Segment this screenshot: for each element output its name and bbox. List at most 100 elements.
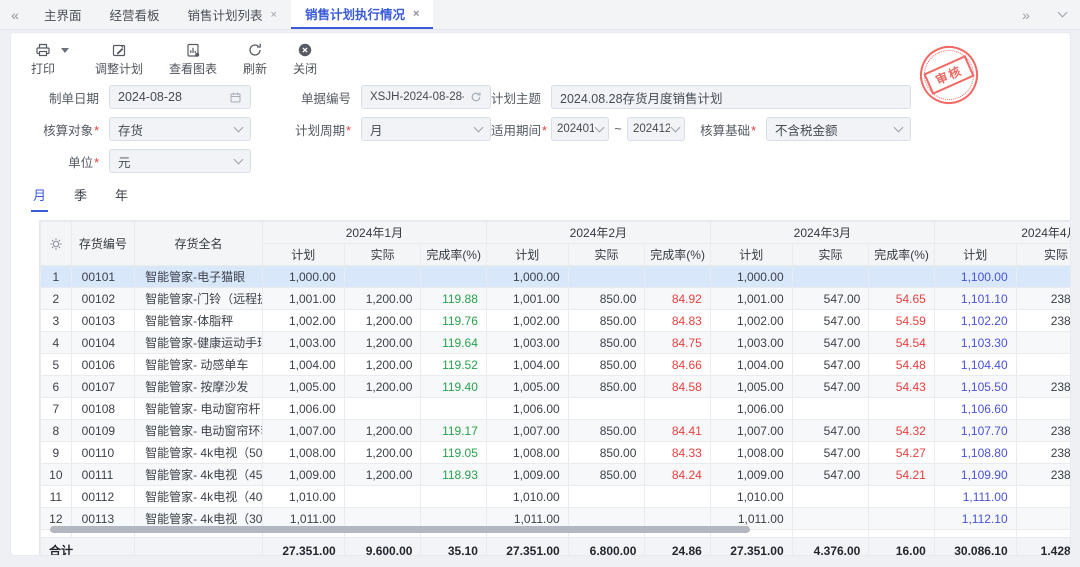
period-tab-year[interactable]: 年 — [113, 181, 130, 212]
sub-header-actual[interactable]: 实际 — [344, 244, 421, 266]
calc-object-select[interactable]: 存货 — [109, 117, 251, 141]
period-tab-quarter[interactable]: 季 — [72, 181, 89, 212]
actual-value — [344, 486, 421, 508]
table-row[interactable]: 800109智能管家- 电动窗帘环套1,007.001,200.00119.17… — [41, 420, 1072, 442]
tab-sales-plan-list[interactable]: 销售计划列表 × — [174, 0, 291, 29]
print-dropdown-caret-icon[interactable] — [61, 48, 69, 53]
sub-header-plan[interactable]: 计划 — [710, 244, 792, 266]
tab-dashboard[interactable]: 经营看板 — [96, 0, 174, 29]
make-date-field[interactable]: 2024-08-28 — [109, 85, 251, 109]
actual-value: 547.00 — [792, 332, 869, 354]
regenerate-icon[interactable] — [470, 91, 482, 103]
tab-label: 主界面 — [44, 5, 82, 24]
inventory-code: 00109 — [71, 420, 134, 442]
tab-sales-plan-execution[interactable]: 销售计划执行情况 × — [291, 0, 433, 29]
plan-value: 1,003.00 — [710, 332, 792, 354]
table-row[interactable]: 200102智能管家-门铃（远程提示）1,001.001,200.00119.8… — [41, 288, 1072, 310]
close-tab-icon[interactable]: × — [271, 9, 277, 21]
completion-rate: 54.65 — [869, 288, 934, 310]
table-row[interactable]: 600107智能管家- 按摩沙发1,005.001,200.00119.401,… — [41, 376, 1072, 398]
sub-header-rate[interactable]: 完成率(%) — [645, 244, 710, 266]
completion-rate: 84.83 — [645, 310, 710, 332]
header-form: 制单日期 2024-08-28 单据编号 XSJH-2024-08-28-000… — [11, 80, 1070, 173]
tab-dropdown-icon[interactable] — [1044, 0, 1080, 30]
close-tab-icon[interactable]: × — [413, 8, 419, 20]
period-separator: ~ — [609, 122, 627, 136]
plan-topic-field[interactable]: 2024.08.28存货月度销售计划 — [551, 85, 911, 109]
plan-value: 1,004.00 — [262, 354, 344, 376]
actual-value: 547.00 — [792, 464, 869, 486]
unit-select[interactable]: 元 — [109, 149, 251, 173]
calc-object-label: 核算对象* — [31, 120, 109, 139]
col-header-name[interactable]: 存货全名 — [135, 222, 263, 266]
plan-cycle-select[interactable]: 月 — [361, 117, 491, 141]
table-row[interactable]: 1000111智能管家- 4k电视（45寸）1,009.001,200.0011… — [41, 464, 1072, 486]
actual-value: 1,200.00 — [344, 464, 421, 486]
plan-value: 1,104.40 — [934, 354, 1016, 376]
horizontal-scrollbar-thumb[interactable] — [50, 526, 750, 533]
tab-overflow-icon[interactable]: » — [1008, 0, 1044, 30]
sub-header-rate[interactable]: 完成率(%) — [421, 244, 486, 266]
actual-value — [1016, 508, 1071, 530]
completion-rate: 54.32 — [869, 420, 934, 442]
sub-header-actual[interactable]: 实际 — [792, 244, 869, 266]
calc-basis-select[interactable]: 不含税金额 — [766, 117, 911, 141]
table-row[interactable]: 700108智能管家- 电动窗帘杆1,006.001,006.001,006.0… — [41, 398, 1072, 420]
row-number: 2 — [41, 288, 72, 310]
plan-value: 1,005.00 — [710, 376, 792, 398]
view-chart-button[interactable]: 查看图表 — [169, 42, 217, 77]
table-body: 100101智能管家-电子猫眼1,000.001,000.001,000.001… — [41, 266, 1072, 557]
actual-value: 547.00 — [792, 310, 869, 332]
tab-main[interactable]: 主界面 — [30, 0, 96, 29]
period-tab-month[interactable]: 月 — [31, 181, 48, 212]
total-rate: 35.10 — [421, 538, 486, 557]
period-from-select[interactable]: 202401 — [551, 117, 609, 141]
inventory-code: 00112 — [71, 486, 134, 508]
chevron-down-icon — [234, 122, 244, 132]
completion-rate: 84.24 — [645, 464, 710, 486]
refresh-button[interactable]: 刷新 — [243, 42, 267, 77]
table-row[interactable]: 1100112智能管家- 4k电视（40寸）1,010.001,010.001,… — [41, 486, 1072, 508]
calendar-icon — [229, 91, 242, 104]
inventory-name: 智能管家-门铃（远程提示） — [135, 288, 263, 310]
actual-value — [1016, 266, 1071, 288]
sub-header-actual[interactable]: 实际 — [1016, 244, 1071, 266]
table-row[interactable]: 300103智能管家-体脂秤1,002.001,200.00119.761,00… — [41, 310, 1072, 332]
sub-header-rate[interactable]: 完成率(%) — [869, 244, 934, 266]
inventory-code: 00104 — [71, 332, 134, 354]
plan-value: 1,109.90 — [934, 464, 1016, 486]
close-button[interactable]: 关闭 — [293, 42, 317, 77]
chevron-down-icon — [1057, 8, 1067, 18]
completion-rate: 119.52 — [421, 354, 486, 376]
table-row[interactable]: 100101智能管家-电子猫眼1,000.001,000.001,000.001… — [41, 266, 1072, 288]
sub-header-plan[interactable]: 计划 — [486, 244, 568, 266]
sub-header-plan[interactable]: 计划 — [934, 244, 1016, 266]
plan-value: 1,002.00 — [262, 310, 344, 332]
completion-rate: 84.58 — [645, 376, 710, 398]
period-to-select[interactable]: 202412 — [627, 117, 685, 141]
table-row[interactable]: 500106智能管家- 动感单车1,004.001,200.00119.521,… — [41, 354, 1072, 376]
actual-value: 1,200.00 — [344, 376, 421, 398]
table-row[interactable]: 400104智能管家-健康运动手环1,003.001,200.00119.641… — [41, 332, 1072, 354]
plan-value: 1,006.00 — [486, 398, 568, 420]
plan-value: 1,111.00 — [934, 486, 1016, 508]
row-number: 3 — [41, 310, 72, 332]
doc-no-field[interactable]: XSJH-2024-08-28-00005 — [361, 85, 491, 109]
total-actual: 4,376.00 — [792, 538, 869, 557]
total-plan: 27,351.00 — [710, 538, 792, 557]
refresh-icon — [247, 42, 263, 58]
completion-rate: 84.92 — [645, 288, 710, 310]
column-settings-button[interactable] — [41, 222, 72, 266]
month-group-header: 2024年3月 — [710, 222, 934, 244]
col-header-code[interactable]: 存货编号 — [71, 222, 134, 266]
table-row[interactable]: 900110智能管家- 4k电视（50寸）1,008.001,200.00119… — [41, 442, 1072, 464]
sub-header-actual[interactable]: 实际 — [568, 244, 645, 266]
row-number: 4 — [41, 332, 72, 354]
plan-execution-table-area: 存货编号 存货全名 2024年1月 2024年2月 2024年3月 2024年4… — [39, 220, 1071, 556]
plan-value: 1,108.80 — [934, 442, 1016, 464]
adjust-plan-button[interactable]: 调整计划 — [95, 42, 143, 77]
print-button[interactable]: 打印 — [31, 42, 55, 77]
plan-value: 1,000.00 — [262, 266, 344, 288]
collapse-tabs-icon[interactable]: « — [0, 0, 30, 29]
sub-header-plan[interactable]: 计划 — [262, 244, 344, 266]
